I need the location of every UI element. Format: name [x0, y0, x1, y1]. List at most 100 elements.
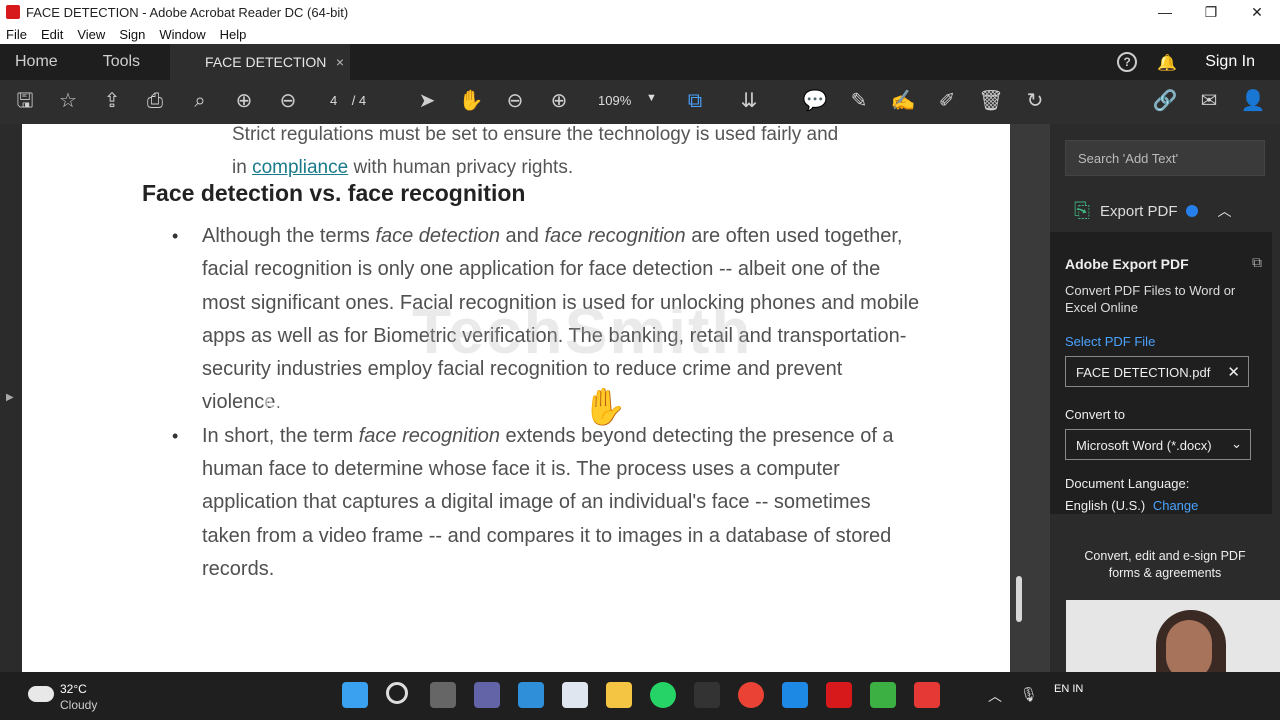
- link-icon[interactable]: 🔗: [1152, 90, 1178, 112]
- chevron-up-icon[interactable]: ︿: [1218, 201, 1232, 221]
- scrollbar-thumb[interactable]: [1016, 576, 1022, 622]
- change-language-link[interactable]: Change: [1153, 498, 1199, 513]
- page-layout-icon[interactable]: ⧉: [682, 90, 708, 112]
- bullet-item-2: In short, the term face recognition exte…: [172, 420, 922, 586]
- tab-document[interactable]: FACE DETECTION ×: [170, 44, 351, 80]
- menu-window[interactable]: Window: [159, 27, 205, 42]
- add-user-icon[interactable]: 👤: [1240, 90, 1266, 112]
- export-pdf-icon: ⎘: [1074, 199, 1090, 222]
- text-wave-icon[interactable]: [694, 682, 720, 708]
- menu-file[interactable]: File: [6, 27, 27, 42]
- zoom-in-icon[interactable]: ⊕: [546, 90, 572, 112]
- camtasia-icon[interactable]: [870, 682, 896, 708]
- zoom-out-icon[interactable]: ⊖: [502, 90, 528, 112]
- expand-left-panel-icon[interactable]: ▶: [6, 392, 14, 403]
- rotate-icon[interactable]: ↻: [1022, 90, 1048, 112]
- input-language[interactable]: EN IN: [1054, 682, 1083, 696]
- upload-icon[interactable]: ⇪: [99, 90, 125, 112]
- whatsapp-icon[interactable]: [650, 682, 676, 708]
- remove-file-icon[interactable]: ✕: [1227, 363, 1240, 381]
- export-box-title: Adobe Export PDF: [1065, 256, 1189, 272]
- close-button[interactable]: ✕: [1234, 4, 1280, 21]
- page-indicator[interactable]: 4 / 4: [330, 93, 366, 108]
- scroll-mode-icon[interactable]: ⇊: [736, 90, 762, 112]
- zoom-level[interactable]: 109%: [598, 93, 631, 108]
- minimize-button[interactable]: —: [1142, 4, 1188, 20]
- highlight-icon[interactable]: ✎: [846, 90, 872, 112]
- windows-start-icon[interactable]: [342, 682, 368, 708]
- tab-document-label: FACE DETECTION: [205, 54, 327, 70]
- document-language-value: English (U.S.) Change: [1065, 498, 1198, 513]
- document-language-label: Document Language:: [1065, 476, 1190, 491]
- menu-sign[interactable]: Sign: [119, 27, 145, 42]
- document-page[interactable]: Strict regulations must be set to ensure…: [22, 124, 1010, 672]
- tab-tools[interactable]: Tools: [103, 53, 140, 71]
- select-cursor-icon[interactable]: ➤: [414, 90, 440, 112]
- export-pdf-header[interactable]: ⎘ Export PDF ︿: [1050, 190, 1280, 232]
- vertical-scrollbar[interactable]: [1010, 124, 1050, 672]
- top-line-1: Strict regulations must be set to ensure…: [232, 124, 839, 145]
- zoom-dropdown-icon[interactable]: ▼: [646, 92, 657, 104]
- edit-pdf-icon[interactable]: ✐: [934, 90, 960, 112]
- chevron-up-tray-icon[interactable]: ︿: [988, 686, 1002, 706]
- chevron-down-icon: ⌄: [1231, 436, 1242, 451]
- menu-help[interactable]: Help: [220, 27, 247, 42]
- b1-italic-1: face detection: [375, 225, 500, 247]
- promo-text: Convert, edit and e-sign PDF forms & agr…: [1084, 549, 1246, 580]
- tab-home[interactable]: Home: [15, 53, 58, 71]
- search-tools-input[interactable]: Search 'Add Text': [1065, 140, 1265, 176]
- export-box-description: Convert PDF Files to Word or Excel Onlin…: [1065, 283, 1236, 315]
- notepad-icon[interactable]: [562, 682, 588, 708]
- comment-icon[interactable]: 💬: [802, 90, 828, 112]
- microphone-icon[interactable]: 🎙: [1020, 686, 1038, 703]
- window-title: FACE DETECTION - Adobe Acrobat Reader DC…: [26, 4, 349, 20]
- sign-in-button[interactable]: Sign In: [1205, 53, 1255, 71]
- next-page-icon[interactable]: ⊖: [275, 90, 301, 112]
- teams-icon[interactable]: [474, 682, 500, 708]
- b1-italic-2: face recognition: [544, 225, 686, 247]
- maximize-button[interactable]: ❐: [1188, 4, 1234, 21]
- search-taskbar-icon[interactable]: [386, 682, 408, 704]
- selected-file-field[interactable]: FACE DETECTION.pdf ✕: [1065, 356, 1249, 387]
- right-tools-panel: Search 'Add Text' ⎘ Export PDF ︿ Adobe E…: [1050, 124, 1280, 672]
- convert-to-label: Convert to: [1065, 407, 1125, 422]
- hand-tool-icon[interactable]: ✋: [458, 90, 484, 112]
- chrome-icon[interactable]: [738, 682, 764, 708]
- task-view-icon[interactable]: [430, 682, 456, 708]
- recorder-icon[interactable]: [914, 682, 940, 708]
- compliance-link[interactable]: compliance: [252, 157, 348, 178]
- acrobat-taskbar-icon[interactable]: [826, 682, 852, 708]
- menu-edit[interactable]: Edit: [41, 27, 63, 42]
- help-icon[interactable]: ?: [1117, 52, 1138, 72]
- star-icon[interactable]: ☆: [55, 90, 81, 112]
- bell-icon[interactable]: 🔔: [1157, 53, 1177, 72]
- email-icon[interactable]: ✉: [1196, 90, 1222, 112]
- taskbar: 32°C Cloudy ︿ 🎙 EN IN: [0, 672, 1280, 720]
- selected-file-name: FACE DETECTION.pdf: [1076, 365, 1211, 380]
- file-explorer-icon[interactable]: [606, 682, 632, 708]
- b2-text-a: In short, the term: [202, 424, 359, 447]
- b1-text-b: and: [499, 225, 545, 247]
- prev-page-icon[interactable]: ⊕: [231, 90, 257, 112]
- b2-italic: face recognition: [358, 424, 500, 447]
- copy-icon[interactable]: ⧉: [1252, 254, 1262, 271]
- close-tab-icon[interactable]: ×: [336, 54, 344, 70]
- notification-badge: [1185, 205, 1198, 217]
- language-value: English (U.S.): [1065, 498, 1146, 513]
- search-icon[interactable]: ⌕: [187, 90, 213, 112]
- weather-temp[interactable]: 32°C: [60, 682, 87, 696]
- weather-condition[interactable]: Cloudy: [60, 698, 97, 712]
- select-pdf-file-link[interactable]: Select PDF File: [1065, 334, 1155, 349]
- menu-view[interactable]: View: [77, 27, 105, 42]
- section-heading: Face detection vs. face recognition: [142, 180, 526, 206]
- delete-icon[interactable]: 🗑: [978, 90, 1004, 112]
- vscode-icon[interactable]: [782, 682, 808, 708]
- print-icon[interactable]: ⎙: [142, 90, 168, 112]
- sign-icon[interactable]: ✍: [890, 90, 916, 112]
- hand-cursor-icon: ✋: [582, 386, 627, 427]
- format-select[interactable]: Microsoft Word (*.docx) ⌄: [1065, 429, 1251, 460]
- format-value: Microsoft Word (*.docx): [1076, 438, 1212, 453]
- store-icon[interactable]: [518, 682, 544, 708]
- cloud-icon[interactable]: [28, 686, 54, 702]
- save-icon[interactable]: 🖫: [12, 90, 38, 112]
